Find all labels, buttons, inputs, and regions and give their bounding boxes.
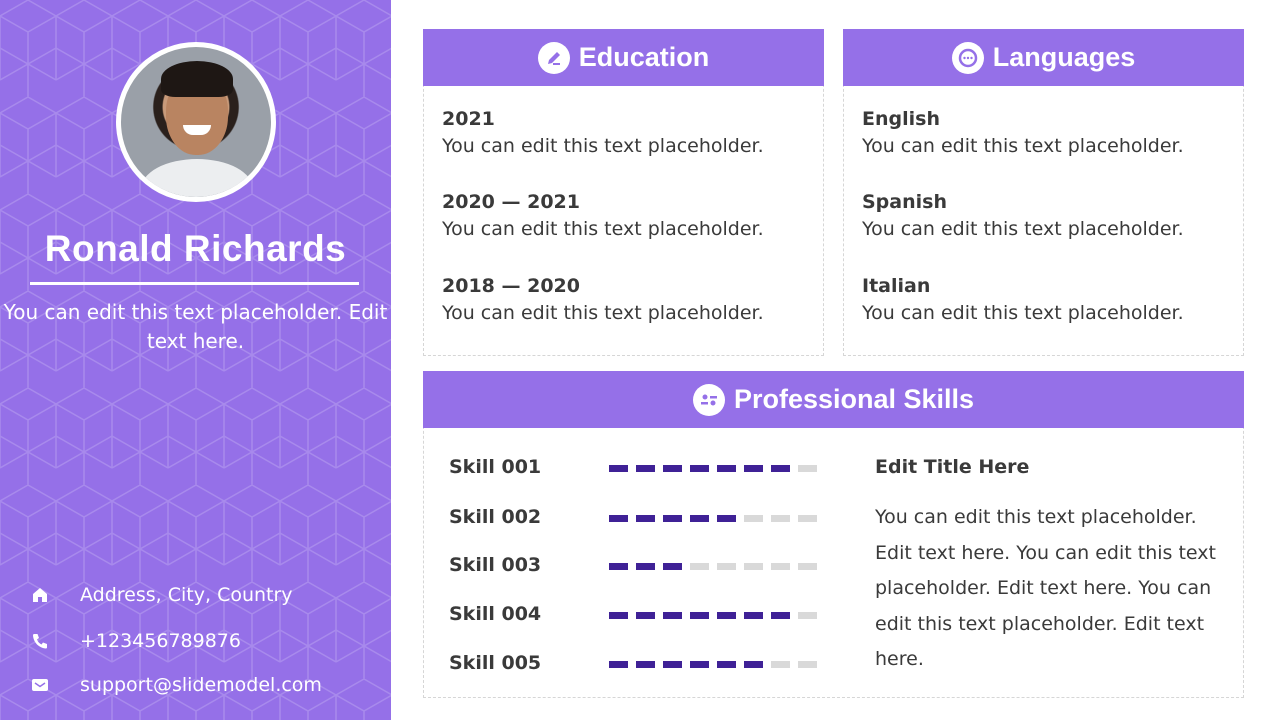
language-entry: English You can edit this text placehold… <box>862 106 1184 160</box>
entry-desc: You can edit this text placeholder. <box>442 135 764 157</box>
language-entry: Spanish You can edit this text placehold… <box>862 189 1184 243</box>
entry-title: Italian <box>862 275 931 297</box>
skill-level-bar <box>609 515 825 522</box>
skill-segment-filled <box>609 515 628 522</box>
skill-label: Skill 005 <box>449 652 542 674</box>
skill-segment-empty <box>798 661 817 668</box>
skill-segment-filled <box>609 465 628 472</box>
skill-segment-filled <box>636 661 655 668</box>
phone-text: +123456789876 <box>80 630 241 652</box>
skill-segment-empty <box>771 515 790 522</box>
profile-photo <box>116 42 276 202</box>
skill-segment-filled <box>636 465 655 472</box>
languages-card: Languages English You can edit this text… <box>843 29 1244 356</box>
mail-icon <box>30 675 50 695</box>
entry-desc: You can edit this text placeholder. <box>442 218 764 240</box>
skill-segment-empty <box>717 563 736 570</box>
skill-segment-filled <box>717 515 736 522</box>
skill-label: Skill 001 <box>449 456 542 478</box>
skill-segment-empty <box>690 563 709 570</box>
skill-segment-empty <box>798 465 817 472</box>
entry-title: 2021 <box>442 108 495 130</box>
skill-segment-filled <box>609 563 628 570</box>
education-title: Education <box>578 42 710 72</box>
entry-title: 2018 — 2020 <box>442 275 580 297</box>
skill-segment-filled <box>744 661 763 668</box>
education-entry: 2018 — 2020 You can edit this text place… <box>442 273 764 327</box>
entry-desc: You can edit this text placeholder. <box>862 302 1184 324</box>
address-text: Address, City, Country <box>80 584 293 606</box>
entry-title: Spanish <box>862 191 947 213</box>
skill-segment-filled <box>663 661 682 668</box>
entry-desc: You can edit this text placeholder. <box>442 302 764 324</box>
skill-segment-filled <box>690 612 709 619</box>
skill-level-bar <box>609 612 825 619</box>
skill-segment-filled <box>636 612 655 619</box>
contact-phone: +123456789876 <box>30 628 241 654</box>
skill-segment-filled <box>663 465 682 472</box>
skill-label: Skill 003 <box>449 554 542 576</box>
language-entry: Italian You can edit this text placehold… <box>862 273 1184 327</box>
skill-segment-filled <box>717 465 736 472</box>
entry-desc: You can edit this text placeholder. <box>862 218 1184 240</box>
name-divider <box>30 282 359 285</box>
profile-bio: You can edit this text placeholder. Edit… <box>3 300 388 353</box>
skills-card: Professional Skills Skill 001 Skill 002 Sk… <box>423 371 1244 698</box>
contact-email: support@slidemodel.com <box>30 672 322 698</box>
skill-segment-empty <box>798 515 817 522</box>
skill-segment-empty <box>798 612 817 619</box>
education-card: Education 2021 You can edit this text pl… <box>423 29 824 356</box>
skill-segment-empty <box>771 563 790 570</box>
skill-level-bar <box>609 661 825 668</box>
skills-side-title: Edit Title Here <box>875 456 1030 478</box>
skills-side-text: You can edit this text placeholder. Edit… <box>875 506 1216 670</box>
pencil-icon <box>537 41 570 74</box>
skill-segment-filled <box>609 612 628 619</box>
skill-segment-empty <box>771 661 790 668</box>
skill-label: Skill 002 <box>449 506 542 528</box>
email-text: support@slidemodel.com <box>80 674 322 696</box>
skill-label: Skill 004 <box>449 603 542 625</box>
entry-title: English <box>862 108 940 130</box>
skill-segment-filled <box>717 612 736 619</box>
skill-segment-filled <box>717 661 736 668</box>
entry-desc: You can edit this text placeholder. <box>862 135 1184 157</box>
skill-segment-empty <box>744 563 763 570</box>
skill-segment-filled <box>744 612 763 619</box>
languages-title: Languages <box>992 42 1136 72</box>
skill-level-bar <box>609 563 825 570</box>
entry-title: 2020 — 2021 <box>442 191 580 213</box>
skill-segment-filled <box>771 612 790 619</box>
languages-header: Languages <box>843 29 1244 86</box>
skill-segment-filled <box>636 515 655 522</box>
contact-address: Address, City, Country <box>30 582 293 608</box>
skill-segment-filled <box>744 465 763 472</box>
skill-level-bar <box>609 465 825 472</box>
skill-segment-filled <box>663 563 682 570</box>
skill-segment-filled <box>609 661 628 668</box>
skill-segment-filled <box>663 612 682 619</box>
profile-name: Ronald Richards <box>44 228 347 269</box>
skill-segment-empty <box>798 563 817 570</box>
skill-segment-filled <box>771 465 790 472</box>
chat-bubble-icon <box>951 41 984 74</box>
skill-segment-filled <box>690 661 709 668</box>
skill-segment-filled <box>690 515 709 522</box>
skills-icon <box>692 383 725 416</box>
skills-title: Professional Skills <box>733 384 975 414</box>
education-header: Education <box>423 29 824 86</box>
education-entry: 2021 You can edit this text placeholder. <box>442 106 764 160</box>
skill-segment-filled <box>690 465 709 472</box>
phone-icon <box>30 631 50 651</box>
skills-header: Professional Skills <box>423 371 1244 428</box>
skill-segment-empty <box>744 515 763 522</box>
home-icon <box>30 585 50 605</box>
education-entry: 2020 — 2021 You can edit this text place… <box>442 189 764 243</box>
profile-sidebar: Ronald Richards You can edit this text p… <box>0 0 391 720</box>
skill-segment-filled <box>663 515 682 522</box>
skill-segment-filled <box>636 563 655 570</box>
